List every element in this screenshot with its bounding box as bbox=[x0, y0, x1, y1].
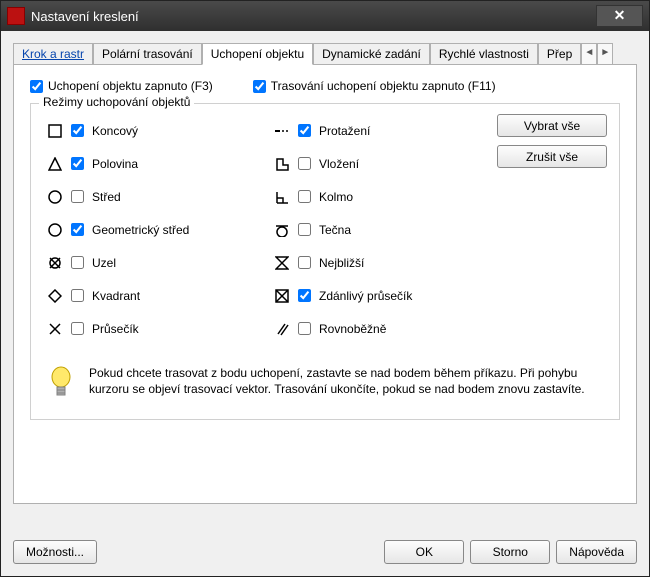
tab-quickprops[interactable]: Rychlé vlastnosti bbox=[430, 43, 538, 65]
tab-scroll-left[interactable]: ◄ bbox=[581, 43, 597, 65]
options-button[interactable]: Možnosti... bbox=[13, 540, 97, 564]
tangent-icon bbox=[270, 223, 294, 237]
extension-checkbox[interactable]: Protažení bbox=[294, 121, 370, 140]
dialog-window: Nastavení kreslení ✕ Krok a rastr Polárn… bbox=[0, 0, 650, 577]
snap-col-right: Protažení Vložení bbox=[270, 114, 487, 345]
otrack-on-input[interactable] bbox=[253, 80, 266, 93]
geocenter-icon bbox=[43, 223, 67, 237]
help-button[interactable]: Nápověda bbox=[556, 540, 637, 564]
nearest-icon bbox=[270, 256, 294, 270]
cancel-button[interactable]: Storno bbox=[470, 540, 550, 564]
tab-osnap[interactable]: Uchopení objektu bbox=[202, 43, 313, 65]
insertion-icon bbox=[270, 157, 294, 171]
midpoint-checkbox[interactable]: Polovina bbox=[67, 154, 138, 173]
osnap-on-checkbox[interactable]: Uchopení objektu zapnuto (F3) bbox=[30, 79, 213, 93]
app-icon bbox=[7, 7, 25, 25]
snap-modes-group: Režimy uchopování objektů Koncový bbox=[30, 103, 620, 420]
client-area: Krok a rastr Polární trasování Uchopení … bbox=[1, 31, 649, 576]
extension-icon bbox=[270, 124, 294, 138]
apparent-checkbox[interactable]: Zdánlivý průsečík bbox=[294, 286, 412, 305]
tab-dynamic[interactable]: Dynamické zadání bbox=[313, 43, 430, 65]
title-bar[interactable]: Nastavení kreslení ✕ bbox=[1, 1, 649, 31]
clear-all-button[interactable]: Zrušit vše bbox=[497, 145, 607, 168]
intersection-checkbox[interactable]: Průsečík bbox=[67, 319, 139, 338]
tangent-checkbox[interactable]: Tečna bbox=[294, 220, 351, 239]
tab-page-osnap: Uchopení objektu zapnuto (F3) Trasování … bbox=[13, 64, 637, 504]
snap-col-left: Koncový Polovina bbox=[43, 114, 260, 345]
tip-text: Pokud chcete trasovat z bodu uchopení, z… bbox=[89, 365, 603, 401]
node-icon bbox=[43, 256, 67, 270]
snap-modes-title: Režimy uchopování objektů bbox=[39, 95, 194, 109]
perpendicular-icon bbox=[270, 190, 294, 204]
midpoint-icon bbox=[43, 157, 67, 171]
window-title: Nastavení kreslení bbox=[31, 9, 596, 24]
dialog-button-bar: Možnosti... OK Storno Nápověda bbox=[13, 540, 637, 564]
tab-overflow[interactable]: Přep bbox=[538, 43, 581, 65]
quadrant-checkbox[interactable]: Kvadrant bbox=[67, 286, 140, 305]
snap-buttons-col: Vybrat vše Zrušit vše bbox=[497, 114, 607, 345]
node-checkbox[interactable]: Uzel bbox=[67, 253, 116, 272]
parallel-icon bbox=[270, 322, 294, 336]
select-all-button[interactable]: Vybrat vše bbox=[497, 114, 607, 137]
parallel-checkbox[interactable]: Rovnoběžně bbox=[294, 319, 386, 338]
lightbulb-icon bbox=[47, 365, 75, 401]
snap-modes-grid: Koncový Polovina bbox=[43, 114, 607, 345]
otrack-on-label: Trasování uchopení objektu zapnuto (F11) bbox=[271, 79, 496, 93]
close-button[interactable]: ✕ bbox=[596, 5, 643, 27]
top-checkbox-row: Uchopení objektu zapnuto (F3) Trasování … bbox=[30, 79, 620, 93]
center-checkbox[interactable]: Střed bbox=[67, 187, 121, 206]
tab-scroll-right[interactable]: ► bbox=[597, 43, 613, 65]
tab-strip: Krok a rastr Polární trasování Uchopení … bbox=[13, 43, 637, 65]
geocenter-checkbox[interactable]: Geometrický střed bbox=[67, 220, 189, 239]
endpoint-checkbox[interactable]: Koncový bbox=[67, 121, 138, 140]
nearest-checkbox[interactable]: Nejbližší bbox=[294, 253, 364, 272]
apparent-icon bbox=[270, 289, 294, 303]
osnap-on-label: Uchopení objektu zapnuto (F3) bbox=[48, 79, 213, 93]
intersection-icon bbox=[43, 322, 67, 336]
tip-row: Pokud chcete trasovat z bodu uchopení, z… bbox=[43, 359, 607, 407]
perpendicular-checkbox[interactable]: Kolmo bbox=[294, 187, 353, 206]
osnap-on-input[interactable] bbox=[30, 80, 43, 93]
otrack-on-checkbox[interactable]: Trasování uchopení objektu zapnuto (F11) bbox=[253, 79, 496, 93]
ok-button[interactable]: OK bbox=[384, 540, 464, 564]
tab-snap-grid[interactable]: Krok a rastr bbox=[13, 43, 93, 65]
tab-polar[interactable]: Polární trasování bbox=[93, 43, 202, 65]
quadrant-icon bbox=[43, 289, 67, 303]
center-icon bbox=[43, 190, 67, 204]
endpoint-icon bbox=[43, 124, 67, 138]
insertion-checkbox[interactable]: Vložení bbox=[294, 154, 359, 173]
